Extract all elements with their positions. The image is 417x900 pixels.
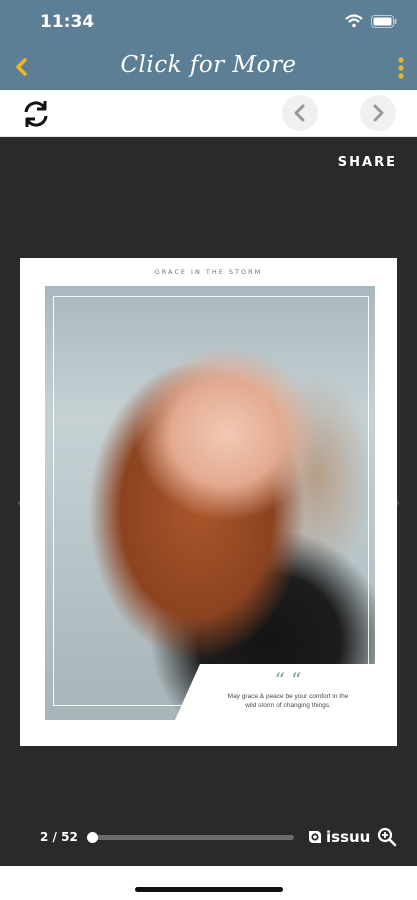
- page-header: GRACE IN THE STORM: [154, 268, 263, 276]
- portrait-photo: “ “ May grace & peace be your comfort in…: [45, 286, 375, 720]
- magazine-page[interactable]: GRACE IN THE STORM “ “ May grace & peace…: [20, 258, 397, 746]
- page-indicator: 2 / 52: [40, 830, 78, 844]
- quote-marks: “ “: [274, 668, 302, 692]
- viewer-toolbar: [0, 90, 417, 137]
- viewer-bottom-bar: 2 / 52 issuu: [0, 823, 417, 853]
- battery-icon: [371, 14, 397, 28]
- prev-page-icon: [294, 104, 305, 122]
- status-time: 11:34: [40, 12, 95, 32]
- refresh-icon[interactable]: [18, 96, 54, 132]
- issuu-brand[interactable]: issuu: [307, 828, 370, 846]
- photo-frame: [53, 296, 369, 706]
- app-header: Click for More: [0, 44, 417, 90]
- share-button[interactable]: SHARE: [338, 155, 397, 170]
- wifi-icon: [345, 14, 363, 28]
- status-icons: [345, 14, 397, 28]
- zoom-icon[interactable]: [377, 827, 397, 847]
- status-bar: 11:34: [0, 0, 417, 44]
- next-page-icon: [373, 104, 384, 122]
- page-progress-slider[interactable]: [87, 832, 294, 843]
- issuu-label: issuu: [326, 828, 371, 846]
- progress-knob[interactable]: [87, 832, 99, 843]
- quote-line-1: May grace & peace be your comfort in the: [227, 693, 349, 700]
- document-viewer: SHARE GRACE IN THE STORM “ “ May grace &…: [0, 137, 417, 866]
- quote-box-slant: [175, 664, 200, 720]
- quote-line-2: wild storm of changing things.: [245, 702, 331, 709]
- quote-box: “ “ May grace & peace be your comfort in…: [200, 664, 375, 720]
- next-page-button[interactable]: [360, 95, 396, 131]
- home-indicator[interactable]: [135, 887, 283, 892]
- more-icon[interactable]: [395, 56, 407, 80]
- quote-text: May grace & peace be your comfort in the…: [210, 692, 366, 710]
- prev-page-button[interactable]: [282, 95, 318, 131]
- header-title[interactable]: Click for More: [0, 52, 417, 78]
- issuu-logo-icon: [309, 831, 321, 843]
